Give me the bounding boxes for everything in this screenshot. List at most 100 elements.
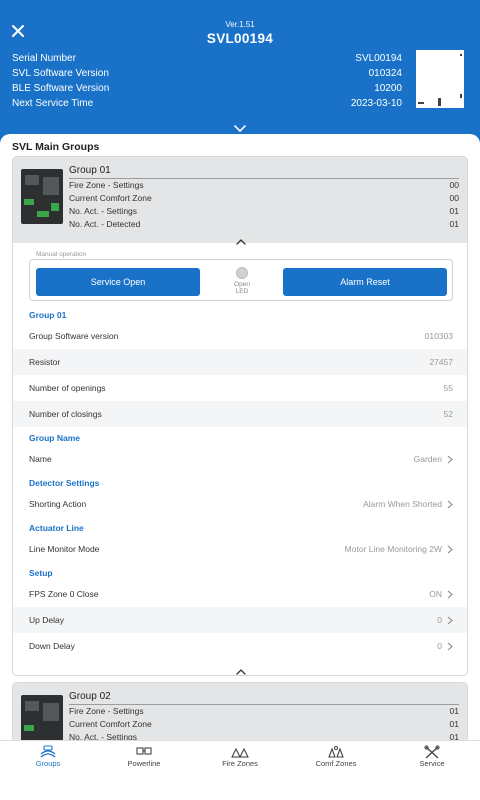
bottom-nav: Groups Powerline Fire Zones Comf.Zones S…: [0, 740, 480, 800]
row-label: Number of closings: [29, 409, 102, 419]
fps-zone-0-close-row[interactable]: FPS Zone 0 Close ON: [13, 581, 467, 607]
group-stat-row: No. Act. - Detected 01: [69, 219, 459, 231]
info-label: Next Service Time: [12, 98, 94, 109]
divider: [69, 178, 459, 179]
group-header[interactable]: Group 02 Fire Zone - Settings 01 Current…: [13, 683, 467, 740]
alarm-reset-button[interactable]: Alarm Reset: [283, 268, 447, 296]
stat-label: No. Act. - Settings: [69, 206, 138, 216]
info-value: SVL00194: [355, 53, 402, 64]
row-value: 0: [437, 615, 442, 625]
row-label: FPS Zone 0 Close: [29, 589, 99, 599]
stat-value: 00: [449, 180, 459, 190]
name-row[interactable]: Name Garden: [13, 446, 467, 472]
nav-fire-zones[interactable]: Fire Zones: [192, 741, 288, 800]
collapse-details-button[interactable]: [235, 663, 247, 675]
info-ble-software-version: BLE Software Version 10200: [12, 83, 402, 97]
group-card-02[interactable]: Group 02 Fire Zone - Settings 01 Current…: [12, 682, 468, 740]
collapse-group-button[interactable]: [235, 233, 247, 245]
chevron-down-icon: [234, 125, 246, 133]
groups-icon: [40, 745, 56, 758]
group-name-heading: Group Name: [29, 433, 81, 443]
info-serial-number: Serial Number SVL00194: [12, 53, 402, 67]
row-value: 010303: [424, 331, 453, 341]
info-label: Serial Number: [12, 53, 76, 64]
group-stat-row: Current Comfort Zone 00: [69, 193, 459, 205]
row-value: 27457: [429, 357, 453, 367]
row-value: Motor Line Monitoring 2W: [344, 544, 442, 554]
row-value: 0: [437, 641, 442, 651]
comfort-zones-icon: [328, 746, 344, 758]
nav-comfort-zones[interactable]: Comf.Zones: [288, 741, 384, 800]
chevron-up-icon: [236, 669, 246, 675]
pcb-terminal: [37, 211, 49, 217]
qr-dot: [418, 102, 424, 104]
stat-value: 01: [449, 706, 459, 716]
nav-powerline[interactable]: Powerline: [96, 741, 192, 800]
stat-value: 01: [449, 719, 459, 729]
fire-zones-icon: [231, 747, 249, 758]
row-label: Resistor: [29, 357, 61, 367]
manual-operation-panel: Service Open Open LED Alarm Reset: [29, 259, 453, 301]
page-title: SVL00194: [206, 31, 274, 46]
pcb-part: [43, 703, 59, 721]
group-software-version-row: Group Software version 010303: [13, 323, 467, 349]
row-label: Group Software version: [29, 331, 119, 341]
row-label: Up Delay: [29, 615, 64, 625]
shorting-action-row[interactable]: Shorting Action Alarm When Shorted: [13, 491, 467, 517]
info-label: SVL Software Version: [12, 68, 109, 79]
nav-service[interactable]: Service: [384, 741, 480, 800]
pcb-terminal: [24, 199, 34, 205]
device-image: [21, 169, 63, 224]
stat-label: Current Comfort Zone: [69, 193, 152, 203]
pcb-part: [43, 177, 59, 195]
main-groups-panel: SVL Main Groups Group 01 Fire Zone - Set…: [0, 134, 480, 740]
stat-value: 01: [449, 219, 459, 229]
chevron-right-icon: [447, 455, 453, 463]
openings-row: Number of openings 55: [13, 375, 467, 401]
setup-heading: Setup: [29, 568, 53, 578]
group-header[interactable]: Group 01 Fire Zone - Settings 00 Current…: [13, 157, 467, 245]
row-label: Line Monitor Mode: [29, 544, 100, 554]
chevron-right-icon: [447, 545, 453, 553]
info-value: 010324: [368, 68, 402, 79]
open-led-indicator: [236, 267, 248, 279]
pcb-terminal: [51, 203, 59, 211]
pcb-part: [25, 175, 39, 185]
group-name: Group 02: [69, 691, 111, 702]
info-svl-software-version: SVL Software Version 010324: [12, 68, 402, 82]
service-open-button[interactable]: Service Open: [36, 268, 200, 296]
chevron-right-icon: [447, 642, 453, 650]
nav-label: Powerline: [127, 759, 161, 768]
row-value: Alarm When Shorted: [363, 499, 442, 509]
pcb-part: [25, 701, 39, 711]
qr-code[interactable]: [416, 50, 464, 108]
line-monitor-mode-row[interactable]: Line Monitor Mode Motor Line Monitoring …: [13, 536, 467, 562]
manual-operation-label: Manual operation: [34, 251, 89, 258]
stat-value: 01: [449, 732, 459, 740]
nav-label: Comf.Zones: [315, 759, 357, 768]
row-label: Name: [29, 454, 52, 464]
row-label: Shorting Action: [29, 499, 87, 509]
pcb-terminal: [24, 725, 34, 731]
app-version: Ver.1.51: [225, 20, 255, 29]
open-led-label: Open LED: [234, 281, 250, 295]
chevron-up-icon: [236, 239, 246, 245]
row-value: ON: [429, 589, 442, 599]
actuator-line-heading: Actuator Line: [29, 523, 84, 533]
nav-label: Fire Zones: [222, 759, 258, 768]
device-image: [21, 695, 63, 740]
expand-header-button[interactable]: [230, 121, 250, 133]
stat-label: Current Comfort Zone: [69, 719, 152, 729]
group-info-heading: Group 01: [29, 310, 67, 320]
section-title: SVL Main Groups: [12, 141, 100, 153]
row-value: Garden: [413, 454, 442, 464]
up-delay-row[interactable]: Up Delay 0: [13, 607, 467, 633]
group-stat-row: No. Act. - Settings 01: [69, 732, 459, 740]
qr-dot: [460, 94, 462, 98]
nav-groups[interactable]: Groups: [0, 741, 96, 800]
qr-dot: [438, 98, 441, 106]
qr-dot: [460, 54, 462, 56]
chevron-right-icon: [447, 500, 453, 508]
down-delay-row[interactable]: Down Delay 0: [13, 633, 467, 659]
group-stat-row: Fire Zone - Settings 01: [69, 706, 459, 718]
